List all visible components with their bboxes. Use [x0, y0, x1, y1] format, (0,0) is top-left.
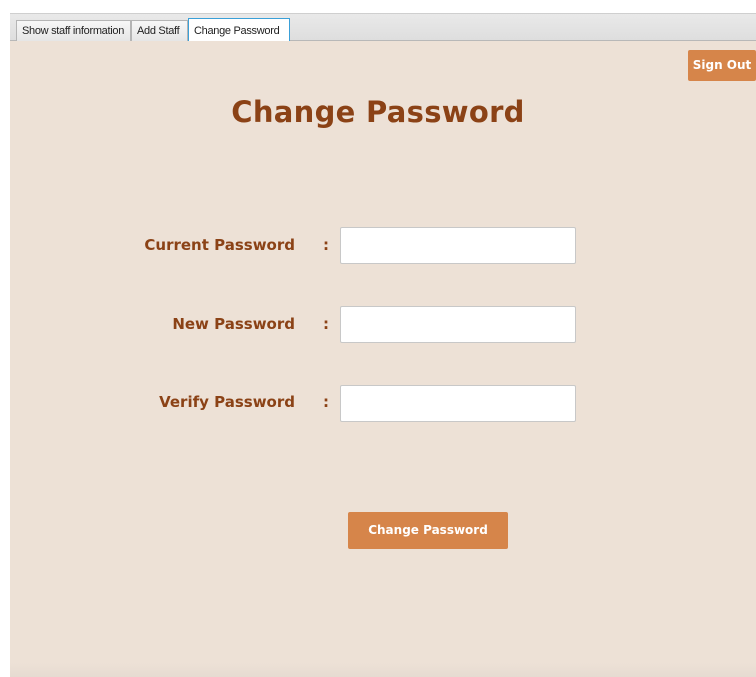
page-title: Change Password: [231, 95, 525, 129]
tab-add-staff[interactable]: Add Staff: [131, 20, 188, 41]
window-top-edge: [0, 0, 756, 13]
tab-change-password[interactable]: Change Password: [188, 18, 290, 42]
current-password-label: Current Password: [144, 236, 295, 254]
tab-bar: Show staff information Add Staff Change …: [10, 13, 756, 42]
new-password-input[interactable]: [340, 306, 576, 343]
panel-bottom-edge: [10, 663, 756, 677]
new-password-colon: :: [323, 315, 329, 333]
change-password-panel: Sign Out Change Password Current Passwor…: [10, 41, 756, 677]
current-password-colon: :: [323, 236, 329, 254]
current-password-input[interactable]: [340, 227, 576, 264]
verify-password-colon: :: [323, 393, 329, 411]
tab-show-staff-information[interactable]: Show staff information: [16, 20, 131, 41]
app-window: Show staff information Add Staff Change …: [0, 0, 756, 677]
new-password-label: New Password: [172, 315, 295, 333]
sign-out-button[interactable]: Sign Out: [688, 50, 756, 81]
verify-password-input[interactable]: [340, 385, 576, 422]
change-password-button[interactable]: Change Password: [348, 512, 508, 549]
verify-password-label: Verify Password: [159, 393, 295, 411]
